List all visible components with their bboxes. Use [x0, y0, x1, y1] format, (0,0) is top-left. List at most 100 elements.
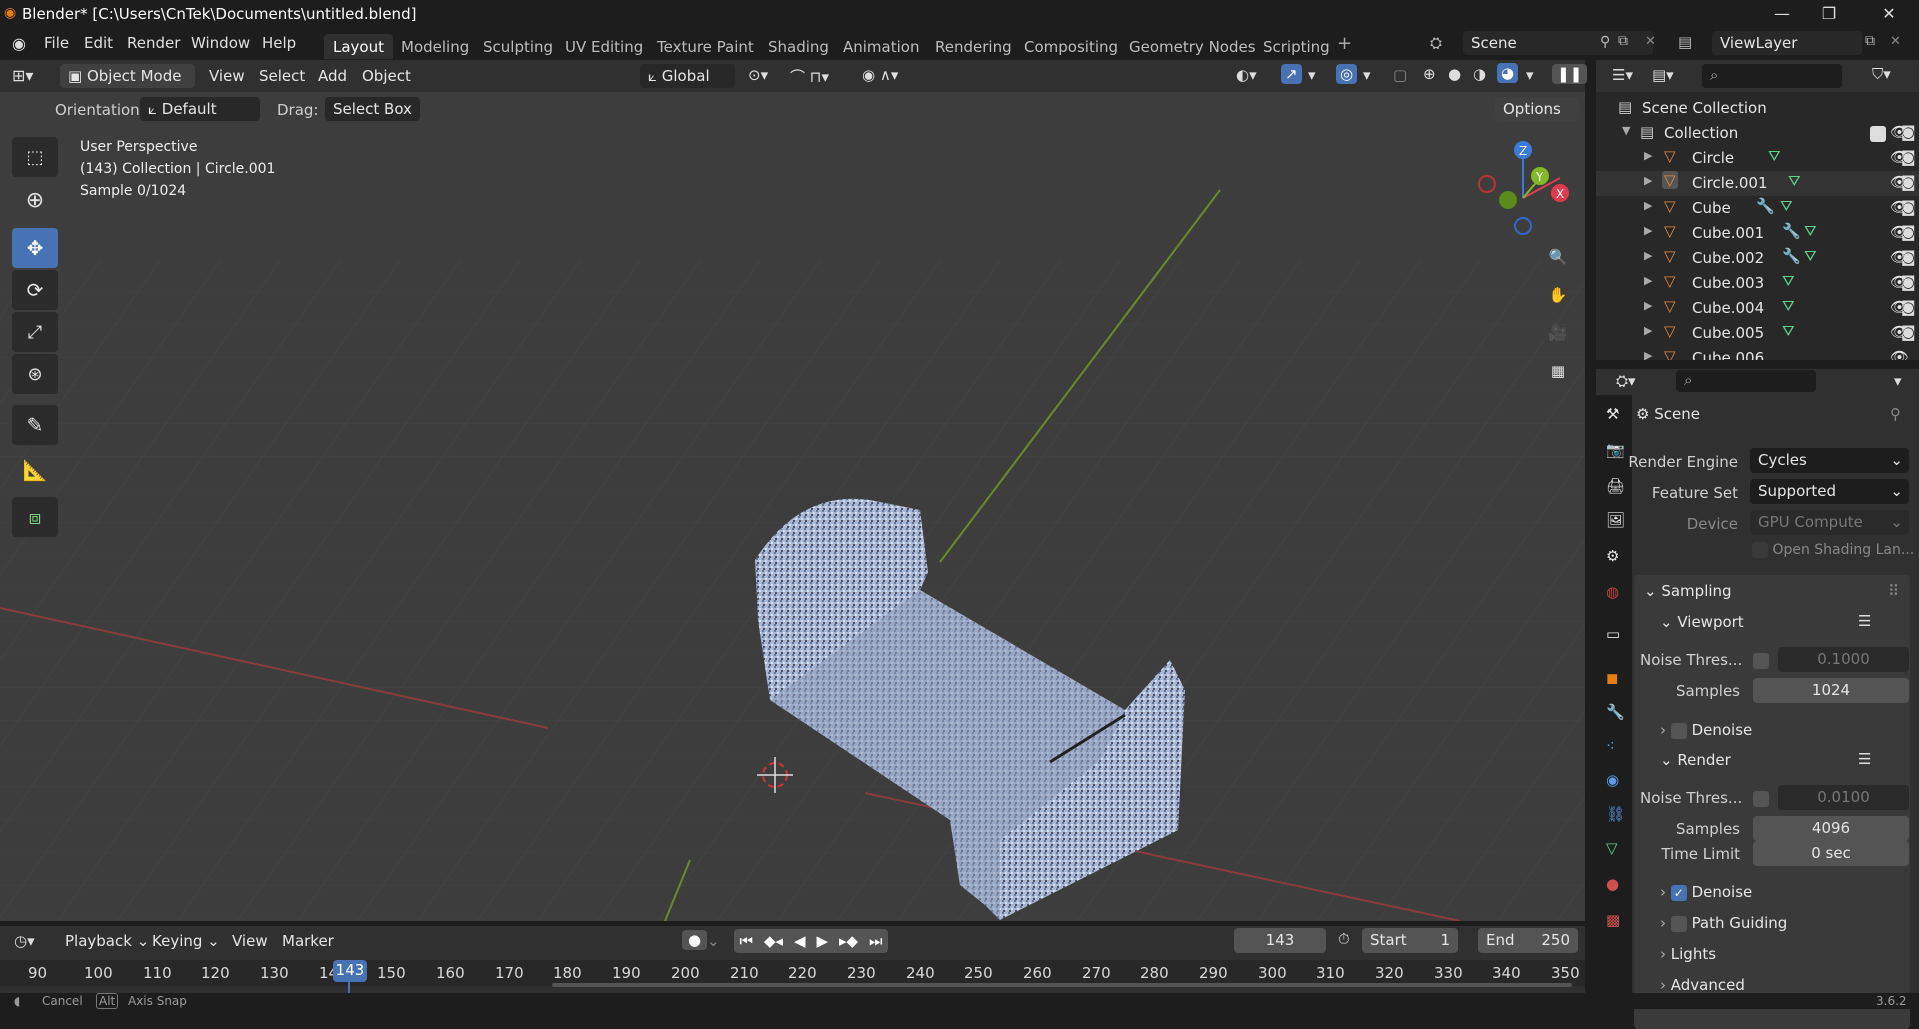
render-denoise-checkbox[interactable]: ✓ — [1670, 884, 1687, 901]
cursor-tool[interactable]: ⊕ — [12, 180, 58, 220]
camera-icon[interactable]: ◙ — [1901, 173, 1916, 191]
collection-tab-icon[interactable]: ▭ — [1606, 625, 1620, 643]
osl-checkbox[interactable]: Open Shading Lan... — [1752, 542, 1914, 558]
viewport-subpanel-header[interactable]: ⌄ Viewport — [1660, 613, 1744, 631]
properties-search[interactable]: ⌕ — [1676, 370, 1816, 392]
viewport-denoise-row[interactable]: › Denoise — [1660, 721, 1752, 739]
expand-icon[interactable]: ▶ — [1644, 249, 1652, 262]
keying-menu[interactable]: Keying ⌄ — [152, 932, 220, 950]
outliner-search[interactable]: ⌕ — [1702, 64, 1842, 88]
options-dropdown[interactable]: Options — [1495, 97, 1578, 121]
outliner-item[interactable]: ▶ ▽ Cube.003 ⛛ 👁 ◙ — [1596, 271, 1919, 296]
visibility-icon[interactable]: ◐▾ — [1236, 66, 1257, 84]
play-icon[interactable]: ▶ — [816, 932, 828, 950]
add-cube-tool[interactable]: ⧈ — [12, 497, 58, 537]
timeline-editor-type-icon[interactable]: ◷▾ — [14, 932, 35, 950]
sampling-header[interactable]: ⌄ Sampling — [1644, 582, 1732, 600]
outliner-item[interactable]: ▶ ▽ Cube.004 ⛛ 👁 ◙ — [1596, 296, 1919, 321]
pin-icon[interactable]: ⚲ — [1890, 405, 1901, 423]
overlay-dropdown-icon[interactable]: ▾ — [1363, 66, 1371, 84]
path-guiding-checkbox[interactable] — [1670, 915, 1687, 932]
menu-window[interactable]: Window — [191, 34, 250, 52]
snap-icon[interactable]: ⌒ ⊓▾ — [790, 66, 829, 87]
outliner-item[interactable]: ▶ ▽ Circle ⛛ 👁 ◙ — [1596, 146, 1919, 171]
presets-list-icon[interactable]: ☰ — [1858, 750, 1871, 768]
xray-icon[interactable]: ▢ — [1393, 66, 1407, 84]
eye-icon[interactable]: 👁 — [1890, 348, 1909, 360]
transform-orientation-selector[interactable]: ⟀ Global — [640, 64, 735, 88]
3d-viewport[interactable] — [0, 60, 1585, 921]
expand-icon[interactable]: ▶ — [1644, 324, 1652, 337]
scene-browse-icon[interactable]: ⛭ — [1430, 34, 1442, 52]
expand-icon[interactable]: ▶ — [1644, 349, 1652, 360]
device-select[interactable]: GPU Compute ⌄ — [1750, 510, 1909, 535]
end-frame-field[interactable]: End 250 — [1478, 928, 1578, 953]
display-mode-icon[interactable]: ▤▾ — [1652, 66, 1674, 84]
menu-help[interactable]: Help — [262, 34, 296, 52]
play-reverse-icon[interactable]: ◀ — [794, 932, 806, 950]
advanced-row[interactable]: › Advanced — [1660, 976, 1745, 994]
jump-end-icon[interactable]: ⏭ — [869, 932, 883, 950]
lights-row[interactable]: › Lights — [1660, 945, 1716, 963]
gizmo-dropdown-icon[interactable]: ▾ — [1308, 66, 1316, 84]
menu-add[interactable]: Add — [318, 67, 347, 85]
pin-icon[interactable]: ⚲ — [1600, 34, 1610, 50]
properties-options-icon[interactable]: ▾ — [1894, 372, 1902, 390]
menu-view[interactable]: View — [209, 67, 245, 85]
viewport-noise-field[interactable]: 0.1000 — [1778, 647, 1909, 672]
move-tool[interactable]: ✥ — [12, 228, 58, 268]
physics-tab-icon[interactable]: ◉ — [1606, 771, 1619, 789]
current-frame-field[interactable]: 143 — [1234, 928, 1326, 953]
menu-file[interactable]: File — [44, 34, 69, 52]
new-scene-icon[interactable]: ⧉ — [1618, 33, 1628, 49]
tab-texture-paint[interactable]: Texture Paint — [649, 36, 762, 58]
outliner-item[interactable]: ▶ ▽ Cube.001 🔧 ⛛ 👁 ◙ — [1596, 221, 1919, 246]
tab-animation[interactable]: Animation — [835, 36, 927, 58]
camera-icon[interactable]: ◙ — [1901, 123, 1916, 141]
camera-view-icon[interactable]: 🎥 — [1541, 316, 1575, 350]
shading-dropdown-icon[interactable]: ▾ — [1526, 66, 1534, 84]
pause-render-icon[interactable]: ❚❚ — [1552, 64, 1588, 84]
playhead-marker[interactable]: 143 — [333, 960, 367, 982]
tab-rendering[interactable]: Rendering — [927, 36, 1020, 58]
render-noise-field[interactable]: 0.0100 — [1778, 785, 1909, 810]
camera-icon[interactable]: ◙ — [1901, 198, 1916, 216]
timeline-view-menu[interactable]: View — [232, 932, 268, 950]
pivot-point-icon[interactable]: ⊙▾ — [748, 66, 768, 84]
prev-keyframe-icon[interactable]: ◆◂ — [764, 932, 783, 950]
mode-selector[interactable]: ▣ Object Mode — [60, 64, 195, 88]
camera-icon[interactable]: ◙ — [1901, 323, 1916, 341]
drag-handle-icon[interactable]: ⠿ — [1888, 582, 1899, 600]
modifier-tab-icon[interactable]: 🔧 — [1606, 703, 1625, 721]
expand-icon[interactable]: ▶ — [1644, 299, 1652, 312]
keyframe-dropdown-icon[interactable]: ⌄ — [707, 932, 720, 950]
blender-menu-icon[interactable]: ◉ — [12, 34, 26, 53]
viewlayer-selector[interactable]: ViewLayer — [1712, 31, 1862, 55]
add-workspace-icon[interactable]: + — [1337, 33, 1352, 54]
render-engine-select[interactable]: Cycles ⌄ — [1750, 448, 1909, 473]
feature-set-select[interactable]: Supported ⌄ — [1750, 479, 1909, 504]
outliner-item[interactable]: ▶ ▽ Cube.005 ⛛ 👁 ◙ — [1596, 321, 1919, 346]
outliner-item-active[interactable]: ▶ ▽ Circle.001 ⛛ 👁 ◙ — [1596, 171, 1919, 196]
tab-sculpting[interactable]: Sculpting — [475, 36, 561, 58]
navigation-gizmo[interactable]: Z Y X — [1475, 138, 1585, 238]
expand-icon[interactable]: ▶ — [1644, 149, 1652, 162]
outliner-editor-type-icon[interactable]: ☰▾ — [1612, 66, 1633, 84]
osl-check[interactable] — [1752, 542, 1768, 558]
solid-shading-icon[interactable]: ● — [1448, 65, 1461, 83]
data-tab-icon[interactable]: ▽ — [1606, 839, 1618, 857]
filter-icon[interactable]: ⛉▾ — [1872, 65, 1891, 83]
jump-start-icon[interactable]: ⏮ — [739, 932, 753, 950]
outliner-item[interactable]: ▶ ▽ Cube.006 👁 — [1596, 346, 1919, 360]
render-noise-checkbox[interactable] — [1753, 791, 1769, 807]
measure-tool[interactable]: 📐 — [12, 450, 58, 490]
outliner-item[interactable]: ▶ ▽ Cube 🔧 ⛛ 👁 ◙ — [1596, 196, 1919, 221]
render-subpanel-header[interactable]: ⌄ Render — [1660, 751, 1731, 769]
timeline-scrollbar[interactable] — [552, 983, 1572, 987]
scene-tab-icon[interactable]: ⚙ — [1606, 547, 1619, 565]
start-frame-field[interactable]: Start 1 — [1362, 928, 1458, 953]
exclude-checkbox[interactable] — [1870, 126, 1886, 142]
camera-icon[interactable]: ◙ — [1901, 223, 1916, 241]
texture-tab-icon[interactable]: ▩ — [1606, 911, 1620, 929]
tab-uv-editing[interactable]: UV Editing — [557, 36, 651, 58]
